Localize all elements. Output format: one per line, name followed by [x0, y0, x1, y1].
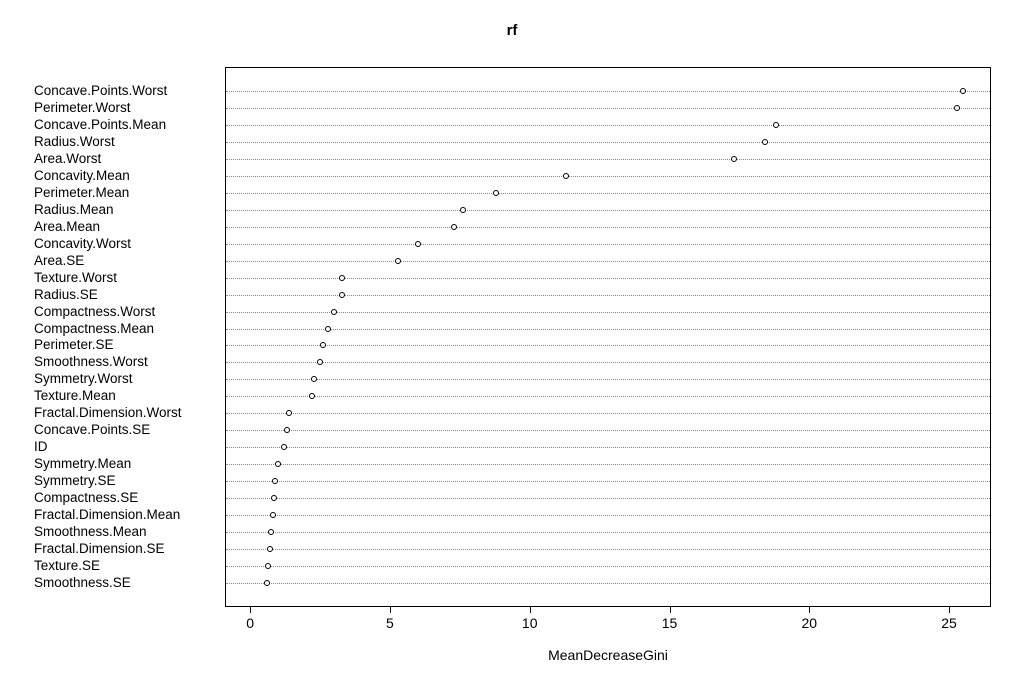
y-tick-label: ID — [34, 440, 219, 454]
y-tick-label: Radius.Worst — [34, 135, 219, 149]
y-tick-label: Perimeter.SE — [34, 338, 219, 352]
x-tick-label: 15 — [662, 615, 678, 631]
y-tick-label: Concave.Points.SE — [34, 423, 219, 437]
x-tick — [250, 607, 251, 613]
y-tick-label: Concavity.Worst — [34, 237, 219, 251]
x-tick-label: 0 — [246, 615, 254, 631]
y-tick-label: Symmetry.Worst — [34, 372, 219, 386]
x-tick — [390, 607, 391, 613]
y-tick-label: Radius.SE — [34, 288, 219, 302]
y-tick-label: Concave.Points.Mean — [34, 118, 219, 132]
y-tick-label: Area.SE — [34, 254, 219, 268]
x-tick-label: 10 — [522, 615, 538, 631]
y-tick-label: Perimeter.Mean — [34, 186, 219, 200]
y-tick-label: Area.Worst — [34, 152, 219, 166]
y-tick-label: Smoothness.SE — [34, 576, 219, 590]
y-tick-label: Compactness.SE — [34, 491, 219, 505]
y-tick-label: Fractal.Dimension.Worst — [34, 406, 219, 420]
y-axis-labels: Concave.Points.Worst Perimeter.Worst Conca… — [34, 67, 224, 607]
y-tick-label: Radius.Mean — [34, 203, 219, 217]
y-tick-label: Fractal.Dimension.SE — [34, 542, 219, 556]
x-tick-label: 25 — [941, 615, 957, 631]
y-tick-label: Concave.Points.Worst — [34, 84, 219, 98]
x-tick-label: 5 — [386, 615, 394, 631]
chart-title: rf — [0, 22, 1024, 39]
y-tick-label: Compactness.Worst — [34, 305, 219, 319]
y-tick-label: Symmetry.Mean — [34, 457, 219, 471]
x-tick — [809, 607, 810, 613]
y-tick-label: Texture.SE — [34, 559, 219, 573]
y-tick-label: Concavity.Mean — [34, 169, 219, 183]
plot-frame — [225, 67, 991, 607]
y-tick-label: Texture.Mean — [34, 389, 219, 403]
x-tick — [670, 607, 671, 613]
x-tick — [949, 607, 950, 613]
y-tick-label: Smoothness.Worst — [34, 355, 219, 369]
y-tick-label: Smoothness.Mean — [34, 525, 219, 539]
y-tick-label: Symmetry.SE — [34, 474, 219, 488]
x-axis-label: MeanDecreaseGini — [225, 647, 991, 663]
x-tick — [530, 607, 531, 613]
y-tick-label: Texture.Worst — [34, 271, 219, 285]
x-tick-label: 20 — [801, 615, 817, 631]
y-tick-label: Area.Mean — [34, 220, 219, 234]
y-tick-label: Perimeter.Worst — [34, 101, 219, 115]
y-tick-label: Compactness.Mean — [34, 322, 219, 336]
y-tick-label: Fractal.Dimension.Mean — [34, 508, 219, 522]
